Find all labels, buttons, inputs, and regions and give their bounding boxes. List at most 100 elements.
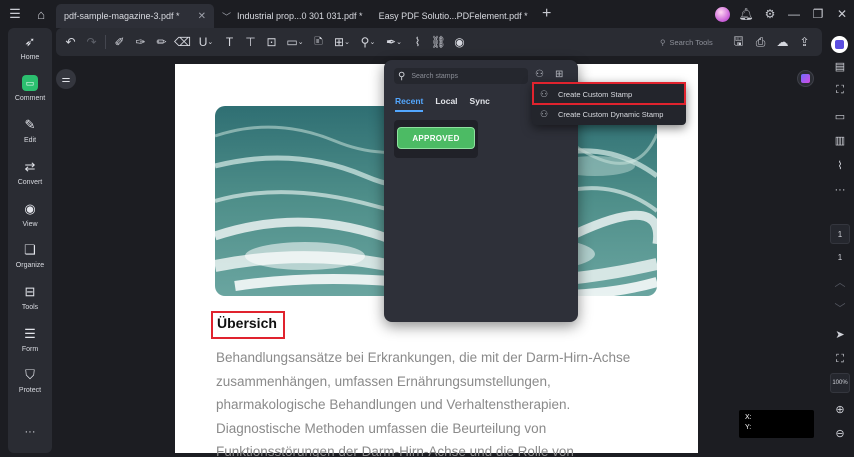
bell-icon[interactable]: 🔔︎ [734,0,758,28]
user-stamp-icon[interactable]: ⚇ [535,69,544,80]
new-tab-button[interactable]: + [536,3,558,25]
bookmark-icon[interactable]: ⛶ [830,80,850,100]
more-icon[interactable]: ··· [830,180,850,200]
comments-panel-icon[interactable]: ▭ [830,106,850,126]
callout-icon[interactable]: ⊡ [261,28,282,56]
chevron-down-icon[interactable]: ﹀ [830,298,850,318]
edit-icon: ✎ [24,117,36,132]
home-icon[interactable]: ⌂ [30,3,52,25]
highlight-icon[interactable]: ✐ [109,28,130,56]
body-line: Diagnostische Methoden umfassen die Beur… [216,420,547,436]
tab-label: pdf-sample-magazine-3.pdf * [64,11,180,21]
body-line: Funktionsstörungen der Darm-Hirn-Achse u… [216,444,574,457]
sidebar-more-button[interactable]: ··· [8,426,52,438]
stamp-icon[interactable]: ⚲ ⌄ [355,28,381,56]
tab-pdf-sample-magazine[interactable]: pdf-sample-magazine-3.pdf * ✕ [56,4,214,28]
sidebar-item-label: Protect [18,387,42,394]
sidebar-item-label: Organize [15,262,45,269]
tab-recent[interactable]: Recent [395,96,424,112]
area-highlight-icon[interactable]: ✑ [130,28,151,56]
right-sidebar: ▤ ⛶ ▭ ▥ ⌇ ··· 1 1 ︿ ﹀ ➤ ⛶ 100% ⊕ ⊖ [826,28,854,453]
chevron-down-icon[interactable]: ﹀ [222,10,231,23]
text-icon[interactable]: T [219,28,240,56]
grid-icon[interactable]: ⊞ [555,69,563,80]
stamp-card[interactable]: APPROVED [394,120,478,158]
redo-icon[interactable]: ↷ [81,28,102,56]
eraser-icon[interactable]: ⌫ [172,28,193,56]
menu-item-create-dynamic-stamp[interactable]: ⚇ Create Custom Dynamic Stamp [532,104,686,124]
zoom-level[interactable]: 100% [830,373,850,393]
menu-icon[interactable]: ☰ [4,3,26,25]
share-icon[interactable]: ⇪ [794,28,815,56]
page-number-input[interactable]: 1 [830,224,850,244]
thumbnails-icon[interactable]: ▥ [830,130,850,150]
sidebar-item-convert[interactable]: ⇄ Convert [8,159,52,186]
zoom-out-icon[interactable]: ⊖ [830,423,850,443]
avatar[interactable] [710,0,734,28]
zoom-in-icon[interactable]: ⊕ [830,399,850,419]
stamp-user-icon: ⚇ [539,88,549,99]
form-icon: ☰ [24,326,36,341]
tab-label: Easy PDF Solutio...PDFelement.pdf * [378,11,528,21]
select-cursor-icon[interactable]: ➤ [830,324,850,344]
ai-assistant-icon[interactable] [797,70,814,87]
gear-icon[interactable]: ⚙ [758,0,782,28]
attachment-icon[interactable]: ⌇ [407,28,428,56]
ai-sidebar-icon[interactable] [831,36,848,53]
stamp-search-input[interactable]: ⚲ Search stamps [394,68,528,84]
sidebar-item-protect[interactable]: ⛉ Protect [8,367,52,394]
sidebar-item-tools[interactable]: ⊟ Tools [8,284,52,311]
left-sidebar: ➶ Home ▭ Comment ✎ Edit ⇄ Convert ◉ View… [8,28,52,453]
sidebar-item-label: Tools [21,304,39,311]
sidebar-item-edit[interactable]: ✎ Edit [8,117,52,144]
tab-sync[interactable]: Sync [470,96,490,112]
shape-icon[interactable]: ▭ ⌄ [282,28,308,56]
sidebar-item-label: Convert [17,179,43,186]
menu-item-label: Create Custom Dynamic Stamp [558,109,664,119]
underline-icon[interactable]: U ⌄ [193,28,219,56]
measure-icon[interactable]: ⊞ ⌄ [329,28,355,56]
close-window-icon[interactable]: ✕ [830,0,854,28]
organize-icon: ❏ [24,242,36,257]
sidebar-item-label: Home [20,54,40,61]
sidebar-item-view[interactable]: ◉ View [8,201,52,228]
link-icon[interactable]: ⛓ [428,28,449,56]
search-tools[interactable]: ⚲ Search Tools [660,28,713,56]
attachment-panel-icon[interactable]: ⌇ [830,155,850,175]
sidebar-item-home[interactable]: ➶ Home [8,34,52,61]
stamp-dynamic-icon: ⚇ [539,108,549,119]
divider [105,35,106,49]
restore-icon[interactable]: ❐ [806,0,830,28]
shield-icon: ⛉ [25,367,35,382]
pencil-icon[interactable]: ✏ [151,28,172,56]
sidebar-item-label: Edit [23,137,37,144]
search-placeholder: Search stamps [411,72,459,80]
save-icon[interactable]: 🖫 [728,28,749,56]
sidebar-item-organize[interactable]: ❏ Organize [8,242,52,269]
tab-industrial[interactable]: ﹀ Industrial prop...0 301 031.pdf * [214,4,371,28]
print-icon[interactable]: ⎙ [750,28,771,56]
minimize-icon[interactable]: — [782,0,806,28]
tab-easy-pdf[interactable]: Easy PDF Solutio...PDFelement.pdf * [371,4,536,28]
filter-icon[interactable]: ⚌ [56,69,76,89]
panels-icon[interactable]: ▤ [830,56,850,76]
signature-icon[interactable]: ✒ ⌄ [381,28,407,56]
stamp-create-menu: ⚇ Create Custom Stamp ⚇ Create Custom Dy… [532,82,686,125]
sidebar-item-comment[interactable]: ▭ Comment [8,75,52,102]
sidebar-item-form[interactable]: ☰ Form [8,326,52,353]
eye-icon[interactable]: ◉ [449,28,470,56]
note-icon[interactable]: 🗈 [308,28,329,56]
toolbox-icon: ⊟ [24,284,36,299]
app-window: ☰ ⌂ pdf-sample-magazine-3.pdf * ✕ ﹀ Indu… [0,0,854,457]
approved-stamp[interactable]: APPROVED [397,127,475,149]
sidebar-item-label: Form [21,346,39,353]
close-icon[interactable]: ✕ [198,11,206,22]
tab-local[interactable]: Local [435,96,457,112]
chevron-up-icon[interactable]: ︿ [830,272,850,292]
textbox-icon[interactable]: ⊤ [240,28,261,56]
undo-icon[interactable]: ↶ [60,28,81,56]
menu-item-create-custom-stamp[interactable]: ⚇ Create Custom Stamp [532,84,686,104]
fit-page-icon[interactable]: ⛶ [830,349,850,369]
cloud-upload-icon[interactable]: ☁ [772,28,793,56]
search-tools-label: Search Tools [669,37,713,47]
